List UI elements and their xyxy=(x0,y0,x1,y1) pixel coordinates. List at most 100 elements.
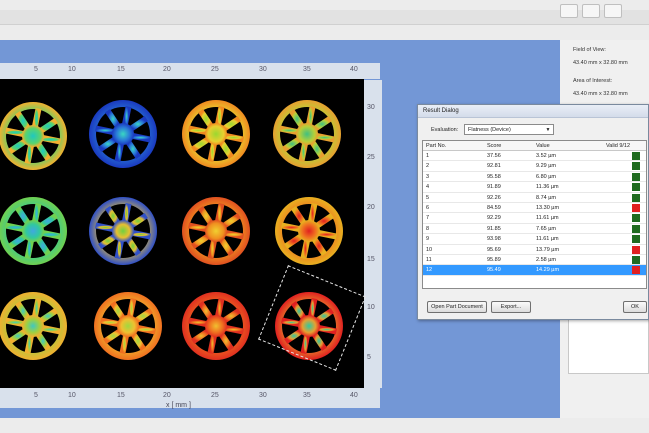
part-image xyxy=(182,292,250,360)
invalid-indicator xyxy=(632,245,640,254)
value-cell: 11.61 µm xyxy=(536,236,559,243)
part-number-cell: 9 xyxy=(426,236,430,243)
table-row[interactable]: 11 95.89 2.58 µm xyxy=(423,255,646,266)
value-cell: 3.52 µm xyxy=(536,153,556,159)
table-row[interactable]: 12 95.49 14.29 µm xyxy=(423,265,646,276)
evaluation-label: Evaluation: xyxy=(431,127,459,133)
value-cell: 11.36 µm xyxy=(536,184,559,191)
x-tick-label-top: 30 xyxy=(259,66,267,73)
table-row[interactable]: 8 91.85 7.65 µm xyxy=(423,224,646,235)
part-image xyxy=(89,197,157,265)
score-cell: 95.49 xyxy=(487,267,501,274)
part-image xyxy=(182,100,250,168)
y-tick-label: 15 xyxy=(367,256,375,263)
x-tick-label-bottom: 25 xyxy=(211,392,219,399)
part-number-cell: 1 xyxy=(426,153,430,159)
part-image xyxy=(273,100,341,168)
table-row[interactable]: 4 91.89 11.36 µm xyxy=(423,182,646,193)
x-tick-label-top: 40 xyxy=(350,66,358,73)
column-header-score[interactable]: Score xyxy=(487,143,501,149)
part-number-cell: 11 xyxy=(426,257,432,263)
y-tick-label: 20 xyxy=(367,204,375,211)
area-of-interest-label: Area of Interest: xyxy=(573,78,613,84)
table-row[interactable]: 2 92.81 9.29 µm xyxy=(423,161,646,172)
score-cell: 95.58 xyxy=(487,173,501,180)
value-cell: 11.61 µm xyxy=(536,215,559,222)
score-cell: 92.26 xyxy=(487,194,501,201)
part-number-cell: 6 xyxy=(426,205,430,211)
table-row[interactable]: 7 92.29 11.61 µm xyxy=(423,213,646,224)
x-tick-label-top: 25 xyxy=(211,66,219,73)
chevron-down-icon[interactable]: ▼ xyxy=(544,126,552,134)
score-cell: 92.81 xyxy=(487,163,501,170)
part-number-cell: 7 xyxy=(426,215,430,222)
value-cell: 13.30 µm xyxy=(536,205,560,211)
valid-indicator xyxy=(632,152,640,160)
result-dialog: Result Dialog Evaluation: Flatness (Devi… xyxy=(417,104,649,320)
x-tick-label-bottom: 30 xyxy=(259,392,267,399)
x-axis-label: x [ mm ] xyxy=(166,402,191,409)
valid-indicator xyxy=(632,162,640,171)
x-ruler-top: 5 10 15 20 25 30 35 40 xyxy=(0,63,380,79)
part-image xyxy=(0,292,67,360)
score-cell: 84.59 xyxy=(487,205,501,211)
value-cell: 6.80 µm xyxy=(536,173,556,180)
x-tick-label-top: 20 xyxy=(163,66,171,73)
table-row[interactable]: 6 84.59 13.30 µm xyxy=(423,203,646,214)
column-header-value[interactable]: Value xyxy=(536,143,550,149)
valid-indicator xyxy=(632,256,640,264)
table-row[interactable]: 10 95.69 13.79 µm xyxy=(423,245,646,255)
export-button[interactable]: Export... xyxy=(491,301,531,313)
results-table[interactable]: Part No. Score Value Valid 9/12 1 37.56 3.… xyxy=(422,140,647,289)
column-header-part[interactable]: Part No. xyxy=(426,143,446,149)
value-cell: 13.79 µm xyxy=(536,246,560,253)
x-tick-label-bottom: 35 xyxy=(303,392,311,399)
dialog-title: Result Dialog xyxy=(418,105,648,118)
status-bar xyxy=(0,418,649,433)
x-tick-label-bottom: 20 xyxy=(163,392,171,399)
x-tick-label-bottom: 5 xyxy=(34,392,38,399)
value-cell: 9.29 µm xyxy=(536,163,556,170)
part-number-cell: 2 xyxy=(426,163,430,170)
x-tick-label-top: 5 xyxy=(34,66,38,73)
valid-indicator xyxy=(632,235,640,244)
invalid-indicator xyxy=(632,204,640,212)
toolbar-button[interactable] xyxy=(604,4,622,18)
valid-indicator xyxy=(632,214,640,223)
x-tick-label-top: 15 xyxy=(117,66,125,73)
table-row[interactable]: 5 92.26 8.74 µm xyxy=(423,193,646,203)
score-cell: 91.85 xyxy=(487,225,501,232)
score-cell: 92.29 xyxy=(487,215,501,222)
table-row[interactable]: 3 95.58 6.80 µm xyxy=(423,172,646,183)
part-image xyxy=(0,102,67,170)
score-cell: 95.69 xyxy=(487,246,501,253)
part-number-cell: 4 xyxy=(426,184,430,191)
value-cell: 14.29 µm xyxy=(536,267,560,274)
valid-indicator xyxy=(632,193,640,202)
valid-indicator xyxy=(632,183,640,192)
part-number-cell: 10 xyxy=(426,246,433,253)
part-image xyxy=(89,100,157,168)
table-row[interactable]: 1 37.56 3.52 µm xyxy=(423,151,646,162)
y-tick-label: 5 xyxy=(367,354,371,361)
valid-indicator xyxy=(632,172,640,181)
toolbar-button[interactable] xyxy=(560,4,578,18)
score-cell: 37.56 xyxy=(487,153,501,159)
value-cell: 2.58 µm xyxy=(536,257,556,263)
column-header-valid[interactable]: Valid 9/12 xyxy=(606,143,630,149)
open-part-document-button[interactable]: Open Part Document xyxy=(427,301,487,313)
table-header: Part No. Score Value Valid 9/12 xyxy=(423,141,646,151)
ok-button[interactable]: OK xyxy=(623,301,647,313)
part-image xyxy=(94,292,162,360)
table-row[interactable]: 9 93.98 11.61 µm xyxy=(423,234,646,245)
y-tick-label: 25 xyxy=(367,154,375,161)
toolbar-button[interactable] xyxy=(582,4,600,18)
part-image xyxy=(182,197,250,265)
evaluation-select[interactable]: Flatness (Device) ▼ xyxy=(464,124,554,135)
y-tick-label: 30 xyxy=(367,104,375,111)
part-image xyxy=(275,197,343,265)
field-of-view-label: Field of View: xyxy=(573,47,606,53)
part-image xyxy=(0,197,67,265)
x-tick-label-top: 10 xyxy=(68,66,76,73)
part-number-cell: 12 xyxy=(426,267,433,274)
